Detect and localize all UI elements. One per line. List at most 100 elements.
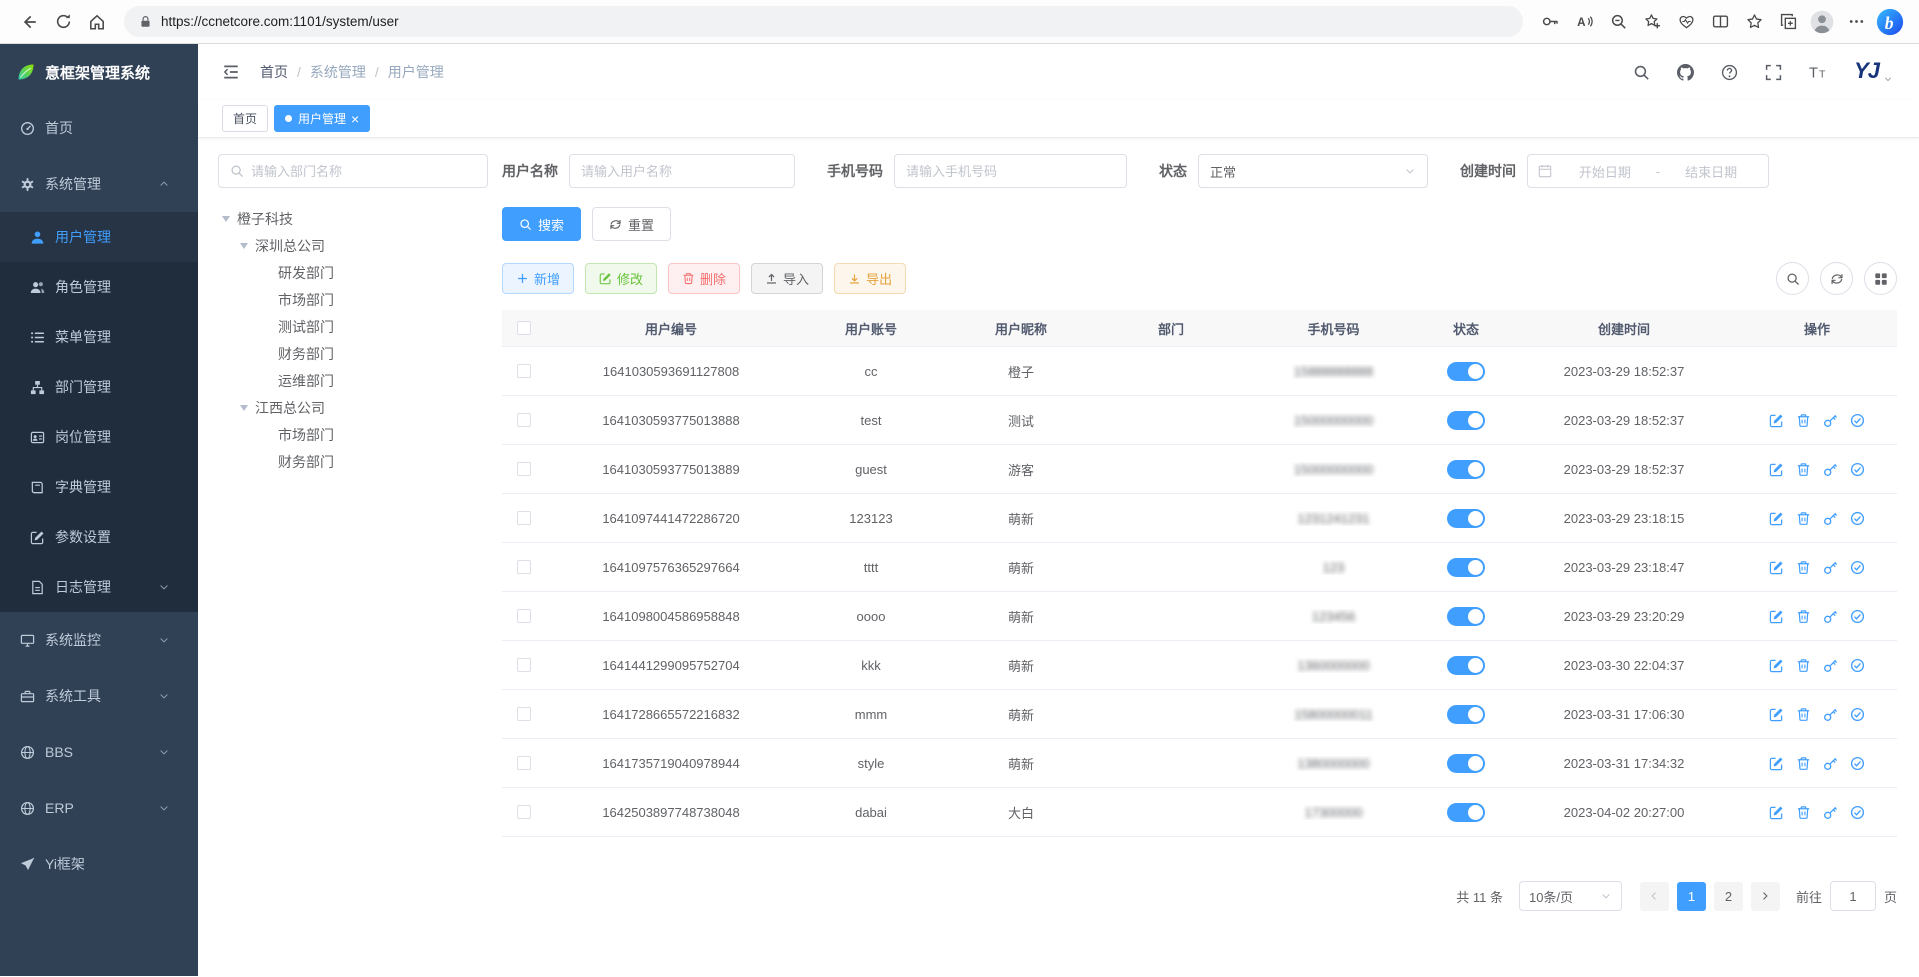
assign-role-icon[interactable] (1850, 658, 1865, 673)
username-input[interactable] (581, 164, 783, 179)
tree-node-company[interactable]: 深圳总公司 (218, 232, 488, 259)
status-toggle[interactable] (1447, 509, 1485, 528)
add-favorite-icon[interactable] (1635, 6, 1669, 38)
reset-button[interactable]: 重置 (592, 207, 671, 241)
reset-password-icon[interactable] (1823, 413, 1838, 428)
row-checkbox[interactable] (517, 413, 531, 427)
row-checkbox[interactable] (517, 805, 531, 819)
reset-password-icon[interactable] (1823, 560, 1838, 575)
row-checkbox[interactable] (517, 511, 531, 525)
reset-password-icon[interactable] (1823, 805, 1838, 820)
breadcrumb-system[interactable]: 系统管理 (310, 62, 366, 82)
help-icon[interactable] (1721, 64, 1738, 81)
edit-row-icon[interactable] (1769, 707, 1784, 722)
browser-menu-icon[interactable] (1839, 6, 1873, 38)
sidebar-item-menu-management[interactable]: 菜单管理 (0, 312, 198, 362)
status-toggle[interactable] (1447, 803, 1485, 822)
delete-row-icon[interactable] (1796, 511, 1811, 526)
date-range-picker[interactable]: 开始日期 - 结束日期 (1527, 154, 1769, 188)
export-button[interactable]: 导出 (834, 263, 906, 294)
edit-row-icon[interactable] (1769, 413, 1784, 428)
assign-role-icon[interactable] (1850, 413, 1865, 428)
tree-node-dept[interactable]: 测试部门 (218, 313, 488, 340)
delete-row-icon[interactable] (1796, 658, 1811, 673)
font-size-icon[interactable] (1809, 63, 1827, 81)
delete-row-icon[interactable] (1796, 413, 1811, 428)
status-toggle[interactable] (1447, 411, 1485, 430)
zoom-icon[interactable] (1601, 6, 1635, 38)
sidebar-item-home[interactable]: 首页 (0, 100, 198, 156)
status-select[interactable]: 正常 (1198, 154, 1428, 188)
edit-row-icon[interactable] (1769, 560, 1784, 575)
delete-button[interactable]: 删除 (668, 263, 740, 294)
status-toggle[interactable] (1447, 705, 1485, 724)
url-bar[interactable]: https://ccnetcore.com:1101/system/user (124, 6, 1523, 37)
browser-reload-button[interactable] (46, 6, 80, 38)
sidebar-item-system-management[interactable]: 系统管理 (0, 156, 198, 212)
status-toggle[interactable] (1447, 362, 1485, 381)
status-toggle[interactable] (1447, 558, 1485, 577)
reset-password-icon[interactable] (1823, 609, 1838, 624)
select-all-checkbox[interactable] (517, 321, 531, 335)
tree-node-dept[interactable]: 市场部门 (218, 421, 488, 448)
browser-profile-avatar[interactable] (1805, 6, 1839, 38)
tab-close-icon[interactable]: × (351, 112, 359, 126)
tree-node-dept[interactable]: 运维部门 (218, 367, 488, 394)
delete-row-icon[interactable] (1796, 560, 1811, 575)
sidebar-item-user-management[interactable]: 用户管理 (0, 212, 198, 262)
assign-role-icon[interactable] (1850, 805, 1865, 820)
tree-node-dept[interactable]: 研发部门 (218, 259, 488, 286)
edit-row-icon[interactable] (1769, 462, 1784, 477)
reset-password-icon[interactable] (1823, 658, 1838, 673)
reset-password-icon[interactable] (1823, 756, 1838, 771)
dept-search-input[interactable] (251, 164, 476, 179)
assign-role-icon[interactable] (1850, 756, 1865, 771)
delete-row-icon[interactable] (1796, 756, 1811, 771)
fullscreen-icon[interactable] (1765, 64, 1782, 81)
tree-node-dept[interactable]: 财务部门 (218, 340, 488, 367)
collections-icon[interactable] (1771, 6, 1805, 38)
sidebar-item-param-settings[interactable]: 参数设置 (0, 512, 198, 562)
status-toggle[interactable] (1447, 754, 1485, 773)
page-size-select[interactable]: 10条/页 (1519, 881, 1622, 911)
favorites-icon[interactable] (1737, 6, 1771, 38)
tree-node-dept[interactable]: 市场部门 (218, 286, 488, 313)
row-checkbox[interactable] (517, 462, 531, 476)
browser-home-button[interactable] (80, 6, 114, 38)
refresh-table-icon[interactable] (1820, 262, 1853, 295)
status-toggle[interactable] (1447, 607, 1485, 626)
copilot-icon[interactable] (1873, 6, 1907, 38)
tree-node-root[interactable]: 橙子科技 (218, 205, 488, 232)
column-settings-icon[interactable] (1864, 262, 1897, 295)
breadcrumb-home[interactable]: 首页 (260, 62, 288, 82)
tree-node-dept[interactable]: 财务部门 (218, 448, 488, 475)
sidebar-item-dict-management[interactable]: 字典管理 (0, 462, 198, 512)
sidebar-item-log-management[interactable]: 日志管理 (0, 562, 198, 612)
tab-home[interactable]: 首页 (222, 105, 268, 132)
delete-row-icon[interactable] (1796, 805, 1811, 820)
sidebar-item-yi-framework[interactable]: Yi框架 (0, 836, 198, 892)
phone-input[interactable] (906, 164, 1115, 179)
next-page-button[interactable] (1751, 882, 1780, 911)
edit-row-icon[interactable] (1769, 511, 1784, 526)
tab-user-management[interactable]: 用户管理 × (274, 105, 370, 132)
row-checkbox[interactable] (517, 364, 531, 378)
goto-page-input[interactable] (1830, 881, 1876, 911)
passwords-key-icon[interactable] (1533, 6, 1567, 38)
sidebar-item-system-tools[interactable]: 系统工具 (0, 668, 198, 724)
edit-row-icon[interactable] (1769, 805, 1784, 820)
sidebar-item-post-management[interactable]: 岗位管理 (0, 412, 198, 462)
delete-row-icon[interactable] (1796, 609, 1811, 624)
assign-role-icon[interactable] (1850, 462, 1865, 477)
sidebar-collapse-icon[interactable] (222, 63, 240, 81)
row-checkbox[interactable] (517, 707, 531, 721)
add-button[interactable]: 新增 (502, 263, 574, 294)
row-checkbox[interactable] (517, 658, 531, 672)
row-checkbox[interactable] (517, 560, 531, 574)
browser-back-button[interactable] (12, 6, 46, 38)
search-button[interactable]: 搜索 (502, 207, 581, 241)
page-2-button[interactable]: 2 (1714, 882, 1743, 911)
assign-role-icon[interactable] (1850, 707, 1865, 722)
edit-row-icon[interactable] (1769, 756, 1784, 771)
sidebar-item-dept-management[interactable]: 部门管理 (0, 362, 198, 412)
